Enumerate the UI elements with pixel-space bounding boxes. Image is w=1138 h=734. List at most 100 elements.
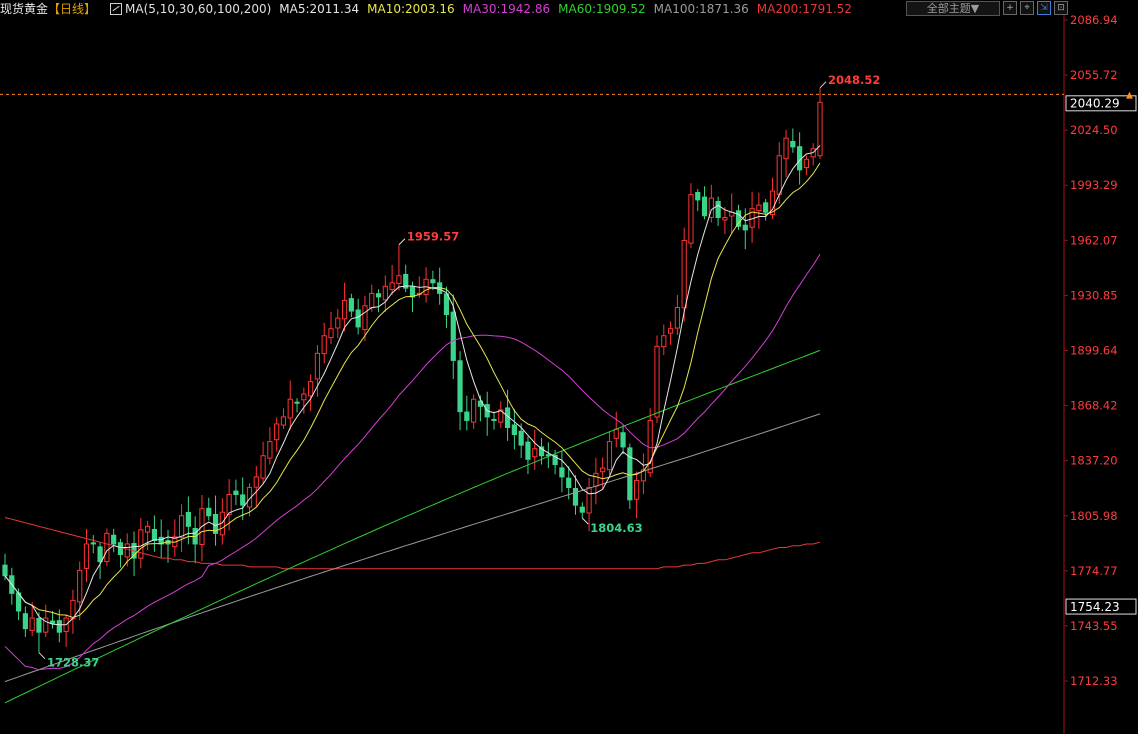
candle-body[interactable]	[572, 487, 579, 506]
candle-body[interactable]	[586, 486, 592, 514]
candle-body[interactable]	[579, 506, 585, 513]
candle-body[interactable]	[674, 307, 680, 329]
candle-body[interactable]	[566, 477, 572, 488]
candle-body[interactable]	[688, 194, 694, 244]
candle-body[interactable]	[667, 328, 674, 334]
candle-body[interactable]	[613, 428, 619, 439]
candle-body[interactable]	[430, 279, 436, 284]
scroll-up-icon[interactable]: ▲	[1126, 90, 1133, 100]
candle-body[interactable]	[328, 328, 334, 339]
candle-body[interactable]	[450, 311, 456, 361]
candle-body[interactable]	[355, 309, 361, 328]
y-tick-label: 1868.42	[1070, 399, 1118, 413]
candle-body[interactable]	[634, 479, 640, 500]
candle-body[interactable]	[145, 525, 151, 533]
candlestick-chart[interactable]: 2086.94 2055.72 2024.50 1993.29 1962.07 1930.…	[0, 0, 1138, 734]
candle-body[interactable]	[280, 416, 287, 426]
candle-body[interactable]	[49, 620, 56, 624]
candle-body[interactable]	[389, 282, 395, 291]
candle-body[interactable]	[593, 472, 599, 487]
candle-body[interactable]	[396, 275, 402, 284]
candle-body[interactable]	[600, 467, 606, 473]
candle-body[interactable]	[124, 543, 130, 558]
candle-body[interactable]	[260, 455, 266, 479]
candle-body[interactable]	[97, 546, 103, 563]
candle-body[interactable]	[742, 224, 748, 231]
candle-body[interactable]	[111, 534, 117, 545]
candle-body[interactable]	[253, 476, 259, 488]
candle-body[interactable]	[335, 317, 341, 329]
candle-body[interactable]	[491, 419, 497, 422]
candle-body[interactable]	[56, 620, 62, 633]
candle-body[interactable]	[226, 494, 232, 516]
y-tick-label: 1712.33	[1070, 674, 1118, 688]
candle-body[interactable]	[606, 441, 613, 471]
candle-body[interactable]	[233, 490, 239, 496]
candle-body[interactable]	[267, 441, 273, 459]
candle-body[interactable]	[783, 137, 789, 160]
candle-body[interactable]	[29, 617, 35, 631]
candle-body[interactable]	[117, 542, 124, 556]
candle-body[interactable]	[314, 352, 321, 380]
ma-indicator-icon[interactable]	[110, 3, 123, 15]
candle-body[interactable]	[518, 430, 524, 446]
candle-body[interactable]	[763, 202, 769, 213]
candle-body[interactable]	[790, 140, 796, 148]
candle-body[interactable]	[104, 532, 110, 563]
candle-body[interactable]	[22, 613, 28, 630]
candle-body[interactable]	[735, 210, 742, 227]
crosshair-icon[interactable]: +	[1003, 1, 1017, 15]
y-tick-label: 2055.72	[1070, 68, 1118, 82]
candle-body[interactable]	[409, 286, 416, 298]
candle-body[interactable]	[681, 239, 687, 309]
candle-body[interactable]	[77, 569, 83, 603]
theme-dropdown[interactable]: 全部主题▼	[906, 0, 1000, 16]
period-tag[interactable]: 【日线】	[48, 0, 96, 18]
candle-body[interactable]	[559, 467, 565, 478]
candle-body[interactable]	[661, 335, 667, 348]
candle-body[interactable]	[294, 401, 300, 404]
candle-body[interactable]	[756, 204, 762, 212]
candle-body[interactable]	[287, 398, 293, 419]
candle-body[interactable]	[2, 564, 8, 577]
candle-body[interactable]	[375, 293, 382, 298]
candle-body[interactable]	[83, 543, 90, 569]
candle-body[interactable]	[776, 155, 782, 195]
chart-toolbar: 全部主题▼ + ⌖ ⇲ ⊡	[906, 0, 1068, 16]
candle-body[interactable]	[274, 423, 280, 441]
candle-body[interactable]	[695, 192, 701, 201]
ma10-value: MA10:2003.16	[367, 2, 455, 16]
candle-body[interactable]	[525, 441, 531, 460]
candle-body[interactable]	[803, 158, 810, 169]
candle-body[interactable]	[240, 494, 246, 506]
candle-body[interactable]	[206, 507, 212, 517]
candle-body[interactable]	[308, 381, 314, 397]
settings-icon[interactable]: ⊡	[1054, 1, 1068, 15]
candle-body[interactable]	[722, 217, 728, 221]
candle-body[interactable]	[348, 298, 354, 312]
candle-body[interactable]	[151, 528, 158, 541]
candle-body[interactable]	[301, 393, 307, 401]
candle-body[interactable]	[701, 196, 708, 217]
candle-body[interactable]	[178, 515, 185, 538]
candle-body[interactable]	[654, 345, 660, 418]
candle-body[interactable]	[464, 411, 470, 421]
candle-body[interactable]	[185, 512, 191, 527]
candle-body[interactable]	[369, 292, 375, 309]
candle-body[interactable]	[138, 529, 144, 559]
expand-icon[interactable]: ⇲	[1037, 1, 1051, 15]
candle-body[interactable]	[620, 432, 626, 448]
candle-body[interactable]	[362, 305, 368, 330]
candle-body[interactable]	[471, 398, 477, 423]
candle-body[interactable]	[321, 335, 327, 355]
candle-body[interactable]	[532, 448, 538, 458]
candle-body[interactable]	[382, 285, 388, 301]
candle-body[interactable]	[36, 617, 42, 633]
candle-body[interactable]	[511, 424, 517, 436]
zoom-icon[interactable]: ⌖	[1020, 1, 1034, 15]
candle-body[interactable]	[341, 299, 348, 320]
candle-body[interactable]	[90, 542, 96, 545]
candle-body[interactable]	[443, 293, 450, 316]
candle-body[interactable]	[715, 200, 721, 219]
candle-body[interactable]	[457, 360, 463, 413]
